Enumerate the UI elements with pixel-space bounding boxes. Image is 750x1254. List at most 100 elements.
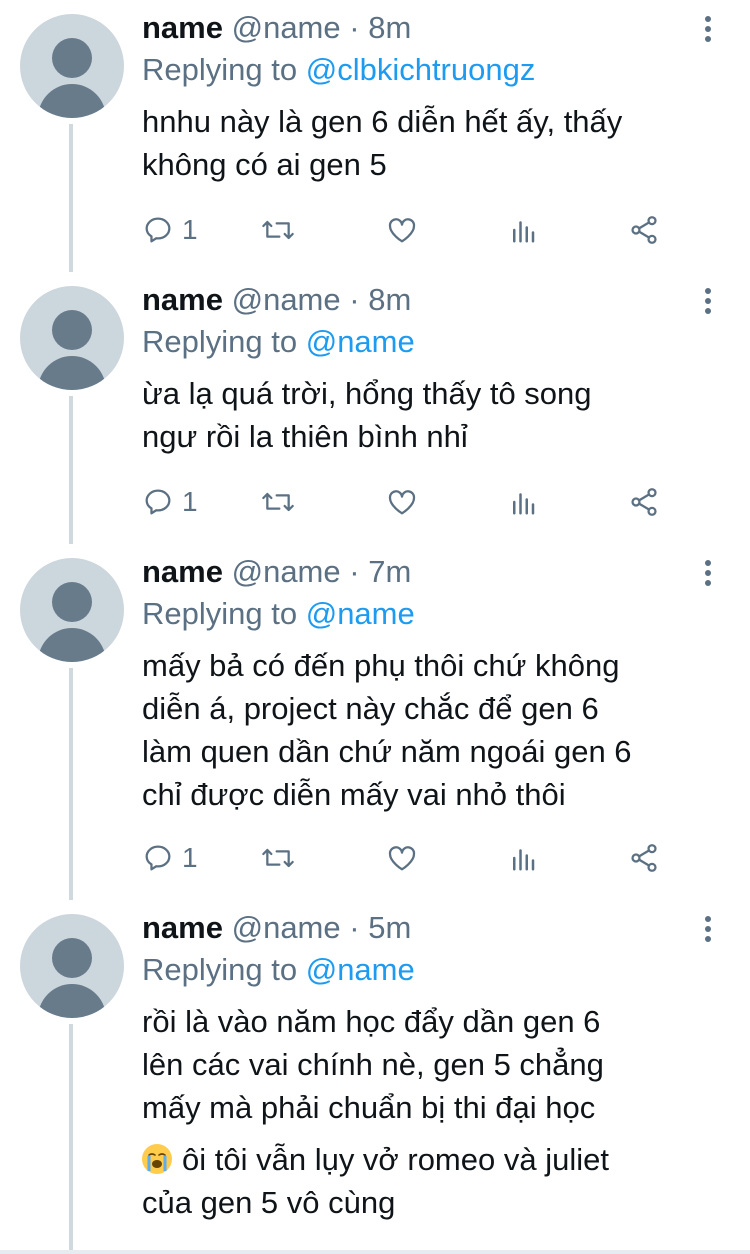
retweet-button[interactable] (260, 210, 296, 250)
tweet-text-line: rồi là vào năm học đẩy dần gen 6 (142, 1004, 601, 1039)
separator: · (349, 554, 360, 589)
replying-to: Replying to @name (142, 950, 415, 990)
tweet-text: hnhu này là gen 6 diễn hết ấy, thấy khôn… (142, 100, 732, 186)
mention-link[interactable]: @name (306, 596, 415, 631)
replying-label: Replying to (142, 596, 298, 631)
share-icon (631, 488, 657, 516)
like-button[interactable] (385, 210, 419, 250)
separator: · (349, 282, 360, 317)
analytics-icon (513, 493, 535, 515)
user-handle[interactable]: @name (232, 282, 341, 317)
more-options-icon[interactable] (698, 558, 718, 588)
action-bar: 1 (142, 838, 702, 878)
user-name[interactable]: name (142, 10, 223, 45)
tweet[interactable]: name @name · 8m Replying to @name ừa lạ … (0, 272, 750, 544)
analytics-icon (513, 849, 535, 871)
timestamp[interactable]: 8m (368, 282, 411, 317)
heart-icon (388, 490, 416, 515)
mention-link[interactable]: @clbkichtruongz (306, 52, 536, 87)
avatar[interactable] (20, 914, 124, 1018)
timestamp[interactable]: 7m (368, 554, 411, 589)
tweet-text-line: của gen 5 vô cùng (142, 1185, 396, 1220)
replying-label: Replying to (142, 52, 298, 87)
tweet-text-line: lên các vai chính nè, gen 5 chẳng (142, 1047, 604, 1082)
more-options-icon[interactable] (698, 286, 718, 316)
retweet-button[interactable] (260, 482, 296, 522)
avatar[interactable] (20, 558, 124, 662)
share-icon (631, 216, 657, 244)
avatar[interactable] (20, 14, 124, 118)
replying-label: Replying to (142, 952, 298, 987)
user-name[interactable]: name (142, 554, 223, 589)
tweet-text-line: hnhu này là gen 6 diễn hết ấy, thấy (142, 104, 623, 139)
like-button[interactable] (385, 482, 419, 522)
replying-to: Replying to @name (142, 594, 415, 634)
reply-count: 1 (182, 486, 198, 517)
tweet-header: name @name · 8m (142, 280, 411, 320)
divider (0, 1250, 750, 1254)
tweet-text: rồi là vào năm học đẩy dần gen 6 lên các… (142, 1000, 732, 1224)
user-handle[interactable]: @name (232, 910, 341, 945)
share-button[interactable] (628, 482, 660, 522)
user-name[interactable]: name (142, 910, 223, 945)
reply-button[interactable]: 1 (142, 838, 198, 878)
tweet-text: mấy bả có đến phụ thôi chứ không diễn á,… (142, 644, 732, 816)
user-handle[interactable]: @name (232, 554, 341, 589)
tweet-text-line: làm quen dần chứ năm ngoái gen 6 (142, 734, 632, 769)
mention-link[interactable]: @name (306, 324, 415, 359)
share-icon (631, 844, 657, 872)
share-button[interactable] (628, 210, 660, 250)
reply-button[interactable]: 1 (142, 482, 198, 522)
analytics-button[interactable] (508, 482, 538, 522)
tweet-text-line: ngư rồi la thiên bình nhỉ (142, 419, 468, 454)
analytics-icon (513, 221, 535, 243)
retweet-icon (262, 492, 294, 512)
tweet-text-line: diễn á, project này chắc để gen 6 (142, 691, 599, 726)
loudly-crying-face-emoji (142, 1144, 172, 1174)
timestamp[interactable]: 8m (368, 10, 411, 45)
tweet-text-line: không có ai gen 5 (142, 147, 387, 182)
tweet-header: name @name · 8m (142, 8, 411, 48)
tweet-text-line: chỉ được diễn mấy vai nhỏ thôi (142, 777, 566, 812)
tweet-text-line: ôi tôi vẫn lụy vở romeo và juliet (182, 1142, 609, 1177)
retweet-button[interactable] (260, 838, 296, 878)
analytics-button[interactable] (508, 838, 538, 878)
share-button[interactable] (628, 838, 660, 878)
action-bar: 1 (142, 482, 702, 522)
action-bar: 1 (142, 210, 702, 250)
retweet-icon (262, 220, 294, 240)
avatar[interactable] (20, 286, 124, 390)
tweet-text-emoji-line: ôi tôi vẫn lụy vở romeo và juliet (142, 1138, 732, 1181)
heart-icon (388, 846, 416, 871)
reply-icon (145, 845, 171, 871)
retweet-icon (262, 848, 294, 868)
tweet[interactable]: name @name · 5m Replying to @name rồi là… (0, 900, 750, 1250)
tweet-text-line: mấy mà phải chuẩn bị thi đại học (142, 1090, 596, 1125)
user-name[interactable]: name (142, 282, 223, 317)
reply-icon (145, 489, 171, 515)
tweet[interactable]: name @name · 7m Replying to @name mấy bả… (0, 544, 750, 900)
replying-label: Replying to (142, 324, 298, 359)
reply-icon (145, 217, 171, 243)
tweet-text-line: ừa lạ quá trời, hổng thấy tô song (142, 376, 592, 411)
user-handle[interactable]: @name (232, 10, 341, 45)
separator: · (349, 10, 360, 45)
replying-to: Replying to @name (142, 322, 415, 362)
tweet-header: name @name · 7m (142, 552, 411, 592)
separator: · (349, 910, 360, 945)
analytics-button[interactable] (508, 210, 538, 250)
reply-count: 1 (182, 214, 198, 245)
more-options-icon[interactable] (698, 914, 718, 944)
replying-to: Replying to @clbkichtruongz (142, 50, 535, 90)
more-options-icon[interactable] (698, 14, 718, 44)
tweet-text: ừa lạ quá trời, hổng thấy tô song ngư rồ… (142, 372, 732, 458)
tweet[interactable]: name @name · 8m Replying to @clbkichtruo… (0, 0, 750, 272)
like-button[interactable] (385, 838, 419, 878)
tweet-header: name @name · 5m (142, 908, 411, 948)
reply-button[interactable]: 1 (142, 210, 198, 250)
tweet-text-line: mấy bả có đến phụ thôi chứ không (142, 648, 620, 683)
heart-icon (388, 218, 416, 243)
reply-count: 1 (182, 842, 198, 873)
mention-link[interactable]: @name (306, 952, 415, 987)
timestamp[interactable]: 5m (368, 910, 411, 945)
